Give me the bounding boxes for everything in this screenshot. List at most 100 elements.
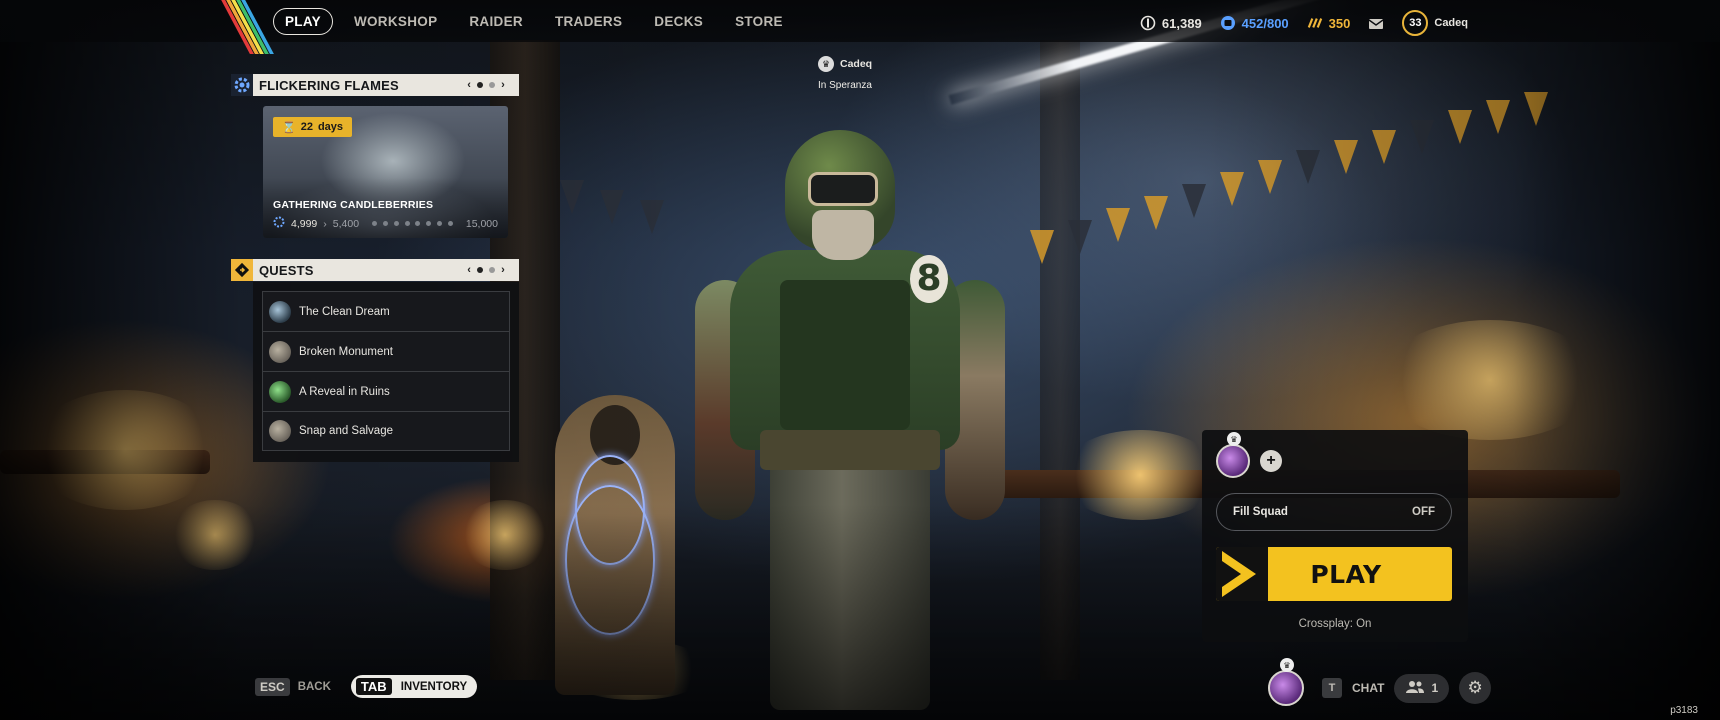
top-navigation-bar: PLAY WORKSHOP RAIDER TRADERS DECKS STORE…	[0, 0, 1720, 54]
quest-item[interactable]: Broken Monument	[262, 331, 510, 371]
crown-icon: ♛	[818, 56, 834, 72]
player-name: Cadeq	[840, 58, 873, 70]
coins-currency[interactable]: 61,389	[1140, 15, 1202, 31]
gear-icon: ⚙	[1467, 678, 1483, 697]
stash-icon	[1220, 15, 1236, 31]
crown-icon: ♛	[1227, 432, 1241, 446]
play-button-label: PLAY	[1310, 559, 1382, 589]
quest-diamond-icon	[231, 259, 253, 281]
quest-name: A Reveal in Ruins	[299, 385, 390, 398]
esc-key-hint[interactable]: ESC	[255, 677, 290, 696]
quest-name: The Clean Dream	[299, 305, 390, 318]
event-timer-value: 22	[300, 121, 313, 133]
event-progress-current: 4,999	[291, 217, 318, 230]
plus-icon: +	[1266, 452, 1276, 469]
quest-giver-avatar	[269, 420, 291, 442]
mail-icon	[1368, 15, 1384, 31]
gear-cog-icon	[231, 74, 253, 96]
friends-count: 1	[1431, 681, 1439, 695]
nav-tab-traders[interactable]: TRADERS	[544, 9, 633, 34]
inventory-button[interactable]: TAB INVENTORY	[350, 675, 478, 698]
chevron-right-icon: ›	[323, 217, 327, 230]
tokens-value: 350	[1328, 15, 1351, 31]
tab-key-hint: TAB	[355, 678, 392, 695]
coin-icon	[1140, 15, 1156, 31]
quest-giver-avatar	[269, 300, 291, 323]
chevron-right-icon[interactable]: ›	[501, 79, 505, 91]
build-id: p3183	[1670, 705, 1698, 716]
inventory-label: INVENTORY	[400, 680, 468, 693]
event-card[interactable]: ⌛ 22 days GATHERING CANDLEBERRIES 4,999 …	[263, 106, 508, 238]
quest-item[interactable]: The Clean Dream	[262, 291, 510, 331]
chevron-left-icon[interactable]: ‹	[467, 79, 471, 91]
player-avatar[interactable]: ♛	[1268, 658, 1304, 706]
fill-squad-value: OFF	[1412, 506, 1435, 518]
chevron-left-icon[interactable]: ‹	[467, 264, 471, 276]
event-title: FLICKERING FLAMES	[259, 77, 399, 93]
quest-list: The Clean Dream Broken Monument A Reveal…	[253, 282, 519, 462]
token-icon	[1307, 15, 1323, 31]
player-level-badge: 33	[1402, 10, 1429, 36]
pager-dot[interactable]	[489, 82, 496, 88]
brand-stripes-logo	[218, 0, 274, 54]
stash-capacity-value: 452/800	[1241, 15, 1289, 31]
tokens-currency[interactable]: 350	[1307, 15, 1351, 31]
currency-bar: 61,389 452/800 350 33 Cadeq	[1140, 10, 1468, 36]
event-timer-unit: days	[317, 121, 344, 133]
main-nav: PLAY WORKSHOP RAIDER TRADERS DECKS STORE	[273, 8, 794, 35]
add-squad-member-button[interactable]: +	[1260, 450, 1282, 472]
player-location: In Speranza	[818, 80, 872, 91]
nav-tab-decks[interactable]: DECKS	[643, 9, 714, 34]
chevron-right-icon[interactable]: ›	[501, 264, 505, 276]
fill-squad-label: Fill Squad	[1233, 506, 1288, 518]
quest-item[interactable]: A Reveal in Ruins	[262, 371, 510, 411]
event-progress-next: 5,400	[332, 217, 360, 230]
pager-dot-active[interactable]	[477, 82, 484, 88]
event-panel-header: FLICKERING FLAMES ‹ ›	[231, 74, 519, 96]
mail-button[interactable]	[1368, 15, 1384, 31]
nav-tab-play[interactable]: PLAY	[273, 8, 333, 35]
player-nameplate: ♛ Cadeq In Speranza	[818, 56, 872, 91]
quests-title: QUESTS	[259, 262, 314, 278]
profile-username: Cadeq	[1434, 17, 1468, 29]
bottom-right-social: ♛ T CHAT 1 ⚙	[1268, 658, 1492, 706]
nav-tab-workshop[interactable]: WORKSHOP	[343, 9, 448, 34]
quest-item[interactable]: Snap and Salvage	[262, 411, 510, 451]
chat-label[interactable]: CHAT	[1352, 681, 1384, 695]
event-progress-max: 15,000	[465, 217, 498, 230]
back-label[interactable]: BACK	[298, 681, 331, 693]
friends-button[interactable]: 1	[1394, 673, 1450, 703]
event-points-icon	[273, 216, 285, 231]
play-button[interactable]: PLAY	[1216, 547, 1452, 601]
coins-value: 61,389	[1161, 15, 1202, 31]
stash-capacity[interactable]: 452/800	[1220, 15, 1289, 31]
chat-key-hint[interactable]: T	[1322, 678, 1342, 698]
quests-panel-header: QUESTS ‹ ›	[231, 259, 519, 281]
fill-squad-toggle[interactable]: Fill Squad OFF	[1216, 493, 1452, 531]
event-pager: ‹ ›	[467, 79, 505, 91]
event-progress-dots	[365, 221, 460, 226]
quest-giver-avatar	[269, 340, 291, 363]
squad-members: ♛ +	[1216, 432, 1282, 478]
profile-button[interactable]: 33 Cadeq	[1402, 10, 1468, 36]
quest-name: Snap and Salvage	[299, 425, 393, 437]
event-timer-badge: ⌛ 22 days	[273, 117, 353, 137]
bottom-left-hints: ESC BACK TAB INVENTORY	[255, 675, 478, 698]
nav-tab-store[interactable]: STORE	[724, 9, 794, 34]
quest-name: Broken Monument	[299, 345, 393, 358]
crown-icon: ♛	[1280, 658, 1294, 672]
event-card-title: GATHERING CANDLEBERRIES	[273, 199, 434, 211]
squad-panel: ♛ + Fill Squad OFF PLAY Crossplay: On	[1202, 430, 1468, 642]
quests-pager: ‹ ›	[467, 264, 505, 276]
hourglass-icon: ⌛	[282, 121, 296, 134]
crossplay-status: Crossplay: On	[1298, 618, 1372, 630]
squad-leader-avatar[interactable]: ♛	[1216, 432, 1250, 478]
play-arrow-icon	[1216, 547, 1268, 601]
pager-dot-active[interactable]	[477, 267, 484, 273]
pager-dot[interactable]	[489, 267, 496, 273]
settings-button[interactable]: ⚙	[1459, 672, 1492, 704]
event-progress-track: 4,999 › 5,400 15,000	[273, 216, 498, 231]
quest-giver-avatar	[269, 380, 291, 403]
nav-tab-raider[interactable]: RAIDER	[458, 9, 534, 34]
friends-icon	[1405, 680, 1425, 697]
